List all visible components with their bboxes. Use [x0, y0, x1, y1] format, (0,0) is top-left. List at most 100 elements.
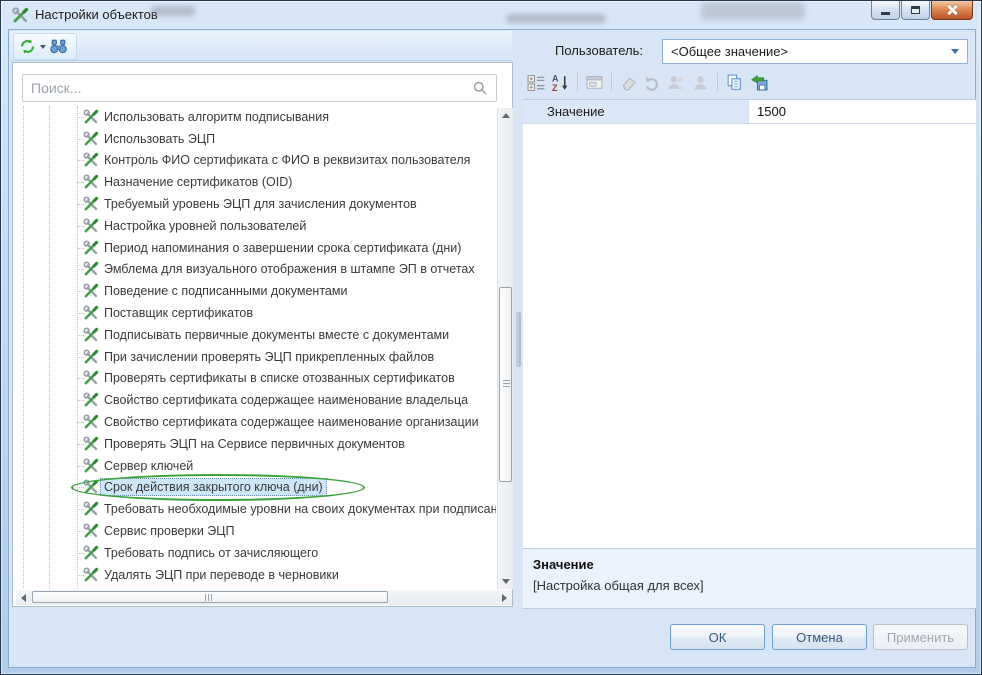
tree-item-label: Срок действия закрытого ключа (дни): [100, 478, 327, 496]
maximize-icon: [911, 6, 920, 14]
search-box: [22, 74, 497, 102]
refresh-dropdown-caret[interactable]: [40, 45, 46, 49]
tree-item[interactable]: Использовать ЭЦП: [17, 128, 496, 150]
ok-button[interactable]: ОК: [670, 624, 765, 650]
wrench-screwdriver-icon: [83, 392, 99, 408]
scroll-left-button[interactable]: [16, 590, 31, 605]
tree-item-label: Сервис проверки ЭЦП: [104, 524, 235, 538]
maximize-button[interactable]: [901, 1, 930, 20]
wrench-screwdriver-icon: [83, 218, 99, 234]
property-value-cell[interactable]: 1500: [749, 100, 976, 123]
wrench-screwdriver-icon: [83, 349, 99, 365]
settings-dialog: Настройки объектов: [0, 0, 982, 675]
panel-splitter[interactable]: [513, 31, 523, 634]
tree-item-label: Требовать необходимые уровни на своих до…: [104, 502, 496, 516]
close-button[interactable]: [931, 1, 973, 20]
wrench-screwdriver-icon: [83, 261, 99, 277]
toolbar-separator: [577, 73, 578, 91]
wrench-screwdriver-icon: [83, 436, 99, 452]
toolbar-separator: [611, 73, 612, 91]
blurred-text-artifact: [506, 14, 606, 23]
tree-item[interactable]: Период напоминания о завершении срока се…: [17, 237, 496, 259]
tree-item-label: Эмблема для визуального отображения в шт…: [104, 262, 475, 276]
wrench-screwdriver-icon: [83, 370, 99, 386]
tree-item-label: При зачислении проверять ЭЦП прикрепленн…: [104, 350, 434, 364]
tree-item-label: Настройка уровней пользователей: [104, 219, 306, 233]
tree-item[interactable]: Проверять сертификаты в списке отозванны…: [17, 368, 496, 390]
title-bar[interactable]: Настройки объектов: [1, 1, 982, 29]
tree-item-label: Требовать подпись от зачисляющего: [104, 546, 318, 560]
tree-item[interactable]: Проверять ЭЦП на Сервисе первичных докум…: [17, 433, 496, 455]
search-icon: [472, 80, 488, 96]
undo-icon[interactable]: [643, 73, 662, 92]
tree-item[interactable]: При зачислении проверять ЭЦП прикрепленн…: [17, 346, 496, 368]
settings-tree: Использовать алгоритм подписывания Испол…: [17, 106, 496, 588]
property-row[interactable]: Значение 1500: [523, 100, 976, 124]
tree-item[interactable]: Использовать алгоритм подписывания: [17, 106, 496, 128]
user-combobox-value: <Общее значение>: [671, 44, 951, 59]
tree-item[interactable]: Требовать необходимые уровни на своих до…: [17, 498, 496, 520]
categorized-icon[interactable]: [527, 73, 546, 92]
scroll-right-button[interactable]: [497, 590, 512, 605]
wrench-screwdriver-icon: [83, 131, 99, 147]
wrench-screwdriver-icon: [83, 283, 99, 299]
tree-item-label: Использовать ЭЦП: [104, 132, 215, 146]
tree-item[interactable]: Сервер ключей: [17, 455, 496, 477]
tree-item[interactable]: Срок действия закрытого ключа (дни): [17, 477, 496, 499]
eraser-icon[interactable]: [619, 73, 638, 92]
scroll-down-button[interactable]: [498, 574, 513, 589]
wrench-screwdriver-icon: [83, 327, 99, 343]
tree-item[interactable]: Свойство сертификата содержащее наименов…: [17, 411, 496, 433]
tree-item[interactable]: Эмблема для визуального отображения в шт…: [17, 259, 496, 281]
tree-item[interactable]: Контроль ФИО сертификата с ФИО в реквизи…: [17, 150, 496, 172]
tree-item-label: Подписывать первичные документы вместе с…: [104, 328, 449, 342]
wrench-screwdriver-icon: [83, 523, 99, 539]
tree-item[interactable]: Поведение с подписанными документами: [17, 280, 496, 302]
tree-item-label: Проверять ЭЦП на Сервисе первичных докум…: [104, 437, 405, 451]
wrench-screwdriver-icon: [83, 567, 99, 583]
refresh-icon[interactable]: [18, 37, 37, 56]
save-import-icon[interactable]: [749, 73, 768, 92]
binoculars-icon[interactable]: [49, 37, 68, 56]
apply-button[interactable]: Применить: [873, 624, 968, 650]
window-title: Настройки объектов: [35, 7, 158, 22]
search-input[interactable]: [23, 80, 472, 96]
splitter-grip: [516, 312, 521, 367]
value-toolbar: A Z: [527, 71, 768, 93]
tree-item[interactable]: Подписывать первичные документы вместе с…: [17, 324, 496, 346]
user-combobox[interactable]: <Общее значение>: [662, 39, 968, 64]
settings-tree-panel: Использовать алгоритм подписывания Испол…: [12, 62, 513, 607]
description-title: Значение: [533, 557, 966, 572]
wrench-screwdriver-icon: [83, 545, 99, 561]
tree-vertical-scrollbar[interactable]: [497, 108, 513, 589]
wrench-screwdriver-icon: [83, 152, 99, 168]
scroll-up-button[interactable]: [498, 108, 513, 123]
cancel-button[interactable]: Отмена: [772, 624, 867, 650]
vertical-scroll-thumb[interactable]: [499, 287, 512, 482]
user-icon[interactable]: [691, 73, 710, 92]
copy-icon[interactable]: [725, 73, 744, 92]
tree-item[interactable]: Свойство сертификата содержащее наименов…: [17, 389, 496, 411]
property-page-icon[interactable]: [585, 73, 604, 92]
close-icon: [947, 5, 957, 15]
tree-item[interactable]: Удалять ЭЦП при переводе в черновики: [17, 564, 496, 586]
tree-item-label: Период напоминания о завершении срока се…: [104, 241, 461, 255]
wrench-screwdriver-icon: [83, 196, 99, 212]
tree-item[interactable]: Настройка уровней пользователей: [17, 215, 496, 237]
user-label: Пользователь:: [555, 43, 643, 58]
tree-horizontal-scrollbar[interactable]: [16, 590, 512, 605]
tree-item[interactable]: Сервис проверки ЭЦП: [17, 520, 496, 542]
tree-item[interactable]: Требуемый уровень ЭЦП для зачисления док…: [17, 193, 496, 215]
tree-item[interactable]: Назначение сертификатов (OID): [17, 171, 496, 193]
tree-item-label: Свойство сертификата содержащее наименов…: [104, 393, 468, 407]
minimize-button[interactable]: [871, 1, 900, 20]
description-text: [Настройка общая для всех]: [533, 578, 966, 593]
wrench-screwdriver-icon: [83, 414, 99, 430]
tree-item[interactable]: Поставщик сертификатов: [17, 302, 496, 324]
horizontal-scroll-thumb[interactable]: [32, 591, 388, 603]
tree-item-label: Удалять ЭЦП при переводе в черновики: [104, 568, 339, 582]
tree-item[interactable]: Требовать подпись от зачисляющего: [17, 542, 496, 564]
sort-az-icon[interactable]: A Z: [551, 73, 570, 92]
property-name-cell: Значение: [523, 100, 749, 123]
users-icon[interactable]: [667, 73, 686, 92]
